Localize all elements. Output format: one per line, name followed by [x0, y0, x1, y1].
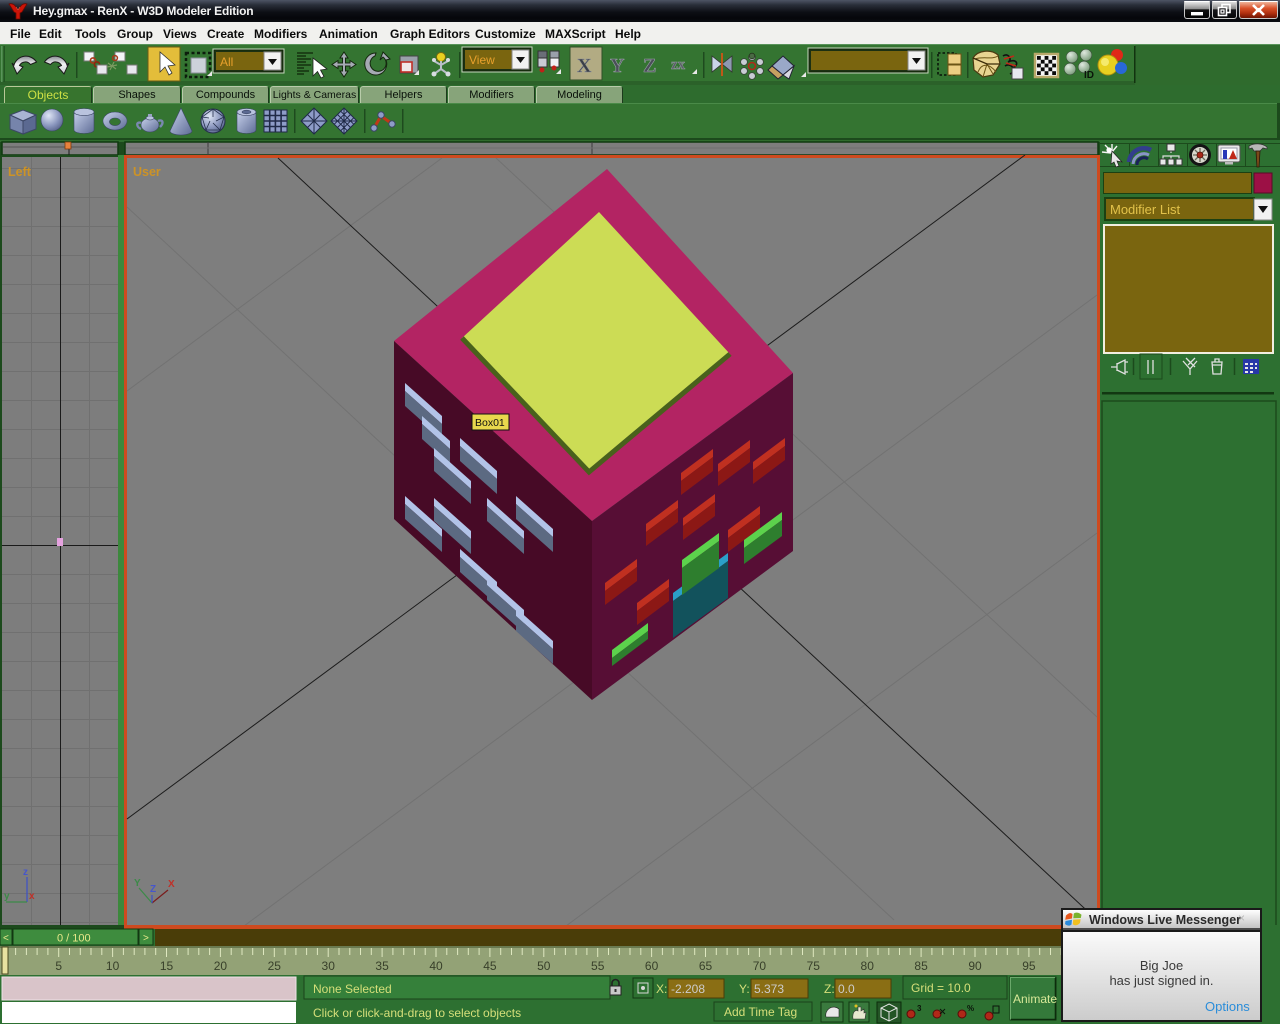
svg-text:-2.208: -2.208 — [671, 982, 705, 996]
svg-text:95: 95 — [1022, 959, 1036, 973]
svg-text:X: X — [577, 55, 592, 77]
svg-text:80: 80 — [861, 959, 875, 973]
svg-text:25: 25 — [268, 959, 282, 973]
svg-text:All: All — [220, 55, 233, 69]
svg-text:User: User — [133, 165, 161, 179]
svg-text:Y: Y — [610, 55, 625, 77]
svg-text:60: 60 — [645, 959, 659, 973]
svg-text:Click or click-and-drag to sel: Click or click-and-drag to select object… — [313, 1006, 521, 1020]
svg-text:Left: Left — [8, 165, 32, 179]
svg-text:View: View — [469, 53, 495, 67]
svg-text:30: 30 — [322, 959, 336, 973]
svg-text:<: < — [3, 933, 9, 944]
svg-text:None Selected: None Selected — [313, 982, 392, 996]
svg-text:zx: zx — [671, 57, 686, 73]
svg-text:>: > — [143, 933, 149, 944]
svg-text:ID: ID — [1084, 70, 1094, 81]
svg-text:0 / 100: 0 / 100 — [57, 933, 91, 945]
svg-text:X: X — [168, 879, 175, 890]
svg-text:75: 75 — [807, 959, 821, 973]
svg-text:Add Time Tag: Add Time Tag — [724, 1005, 797, 1019]
svg-text:Y:: Y: — [739, 982, 750, 996]
svg-text:90: 90 — [968, 959, 982, 973]
svg-text:20: 20 — [214, 959, 228, 973]
svg-text:55: 55 — [591, 959, 605, 973]
svg-text:Z: Z — [643, 55, 656, 77]
svg-text:Modifier List: Modifier List — [1110, 202, 1180, 217]
svg-text:0.0: 0.0 — [838, 982, 855, 996]
svg-text:3: 3 — [917, 1004, 922, 1013]
svg-text:Animate: Animate — [1013, 992, 1057, 1006]
svg-text:40: 40 — [429, 959, 443, 973]
svg-text:Box01: Box01 — [475, 417, 505, 429]
svg-text:15: 15 — [160, 959, 174, 973]
svg-text:50: 50 — [537, 959, 551, 973]
svg-text:5.373: 5.373 — [754, 982, 784, 996]
svg-text:y: y — [4, 891, 10, 902]
svg-text:65: 65 — [699, 959, 713, 973]
svg-text:X:: X: — [656, 982, 667, 996]
svg-text:45: 45 — [483, 959, 497, 973]
svg-text:Z: Z — [150, 884, 156, 895]
svg-text:x: x — [29, 891, 35, 902]
svg-text:Y: Y — [134, 878, 141, 889]
svg-text:Z:: Z: — [824, 982, 835, 996]
svg-text:%: % — [967, 1004, 974, 1013]
svg-text:Grid = 10.0: Grid = 10.0 — [911, 981, 971, 995]
svg-text:5: 5 — [55, 959, 62, 973]
svg-text:35: 35 — [375, 959, 389, 973]
svg-text:85: 85 — [914, 959, 928, 973]
svg-text:70: 70 — [753, 959, 767, 973]
svg-text:z: z — [23, 867, 28, 878]
svg-text:10: 10 — [106, 959, 120, 973]
